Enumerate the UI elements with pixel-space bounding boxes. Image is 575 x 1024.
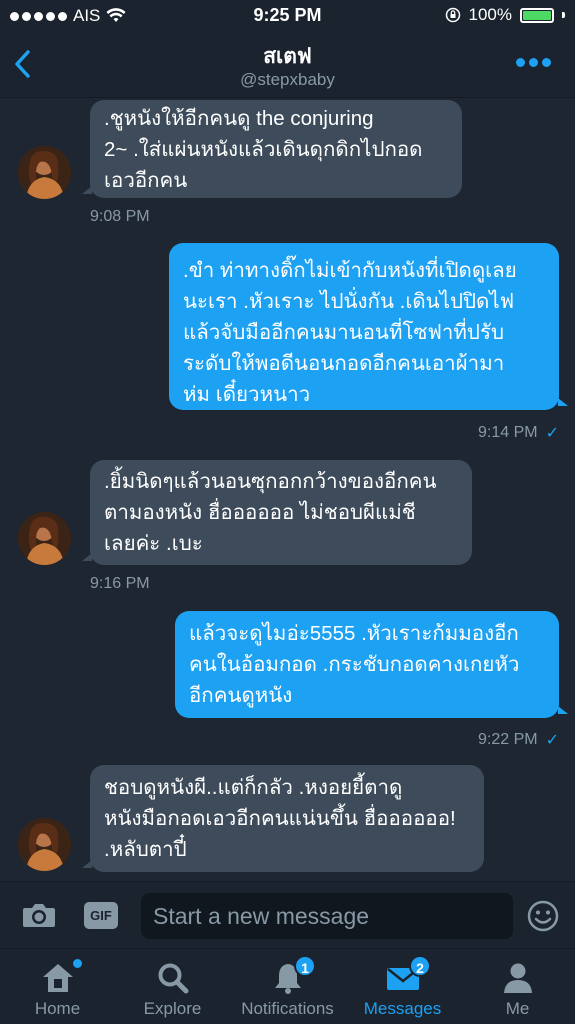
message-text-line: .หลับตาปี๋	[104, 838, 187, 861]
tab-label: Explore	[143, 999, 202, 1018]
tab-bar: Home Explore 1 Notifications 2 Messages …	[0, 948, 575, 1024]
incoming-message-bubble[interactable]: .ยิ้มนิดๆแล้วนอนซุกอกกว้างของอีกคน ตามอง…	[82, 460, 472, 565]
delivered-check-icon: ✓	[545, 732, 559, 749]
status-bar: AIS 9:25 PM 100%	[0, 0, 575, 32]
message-timestamp-row: 9:22 PM ✓	[478, 730, 559, 750]
message-text-line: อีกคนดูหนัง	[189, 684, 293, 707]
contact-avatar[interactable]	[18, 818, 71, 871]
emoji-icon[interactable]	[527, 900, 559, 932]
message-text-line: แล้วจะดูไมอ่ะ5555 .หัวเราะก้มมองอีก	[189, 622, 519, 645]
message-text-line: แล้วจับมืออีกคนมานอนที่โซฟาที่ปรับ	[183, 321, 504, 344]
tab-me[interactable]: Me	[460, 949, 575, 1024]
incoming-message-bubble[interactable]: .ชูหนังให้อีกคนดู the conjuring 2~ .ใส่แ…	[82, 100, 462, 198]
messages-badge: 2	[409, 955, 431, 977]
message-timestamp: 9:22 PM	[478, 731, 538, 748]
message-text-line: คนในอ้อมกอด .กระชับกอดคางเกยหัว	[189, 653, 520, 676]
message-timestamp-row: 9:14 PM ✓	[478, 423, 559, 443]
tab-label: Notifications	[241, 999, 334, 1018]
rotation-lock-icon	[445, 7, 460, 23]
message-text-line: ชอบดูหนังผี..แต่ก็กลัว .หงอยยี้ตาดู	[104, 776, 403, 799]
tab-explore[interactable]: Explore	[115, 949, 230, 1024]
message-text-line: ตามองหนัง ฮื่ออออออ ไม่ชอบผีแม่ชี	[104, 501, 416, 524]
avatar-image	[18, 512, 71, 565]
camera-icon[interactable]	[22, 902, 56, 928]
new-tweets-dot	[73, 959, 82, 968]
contact-name[interactable]: สเตฟ	[0, 40, 575, 73]
contact-avatar[interactable]	[18, 512, 71, 565]
avatar-image	[18, 146, 71, 199]
message-timestamp: 9:14 PM	[478, 424, 538, 441]
message-text-line: ระดับให้พอดีนอนกอดอีกคนเอาผ้ามา	[183, 352, 505, 375]
tab-label: Messages	[363, 999, 442, 1018]
message-thread[interactable]: .ชูหนังให้อีกคนดู the conjuring 2~ .ใส่แ…	[0, 98, 575, 881]
battery-percent: 100%	[468, 5, 512, 24]
tab-label: Home	[34, 999, 81, 1018]
message-text-line: .ยิ้มนิดๆแล้วนอนซุกอกกว้างของอีกคน	[104, 470, 437, 493]
avatar-image	[18, 818, 71, 871]
message-text-line: 2~ .ใส่แผ่นหนังแล้วเดินดุกดิกไปกอด	[104, 138, 423, 161]
compose-bar: GIF	[0, 881, 575, 948]
home-icon	[42, 964, 73, 992]
tab-home[interactable]: Home	[0, 949, 115, 1024]
gif-icon[interactable]: GIF	[84, 902, 118, 929]
tab-label: Me	[505, 999, 530, 1018]
message-timestamp: 9:08 PM	[90, 208, 150, 225]
delivered-check-icon: ✓	[545, 425, 559, 442]
notifications-badge: 1	[294, 955, 316, 977]
message-text-line: เอวอีกคน	[104, 169, 188, 192]
battery-group: 100%	[445, 5, 565, 25]
battery-tip	[562, 12, 565, 18]
contact-handle[interactable]: @stepxbaby	[0, 70, 575, 90]
person-icon	[503, 963, 532, 993]
tab-messages[interactable]: 2 Messages	[345, 949, 460, 1024]
outgoing-message-bubble[interactable]: แล้วจะดูไมอ่ะ5555 .หัวเราะก้มมองอีก คนใน…	[175, 611, 568, 718]
message-text-line: นะเรา .หัวเราะ ไปนั่งกัน .เดินไปปิดไฟ	[183, 290, 515, 313]
battery-icon	[520, 7, 554, 23]
outgoing-message-bubble[interactable]: .ขำ ท่าทางดิ๊กไม่เข้ากับหนังที่เปิดดูเลย…	[169, 243, 568, 410]
message-input[interactable]	[141, 893, 513, 939]
message-text-line: หนังมือกอดเอวอีกคนแน่นขึ้น ฮื่ออออออ!	[104, 807, 456, 830]
search-icon	[158, 963, 188, 994]
conversation-header: สเตฟ @stepxbaby	[0, 32, 575, 98]
message-text-line: .ขำ ท่าทางดิ๊กไม่เข้ากับหนังที่เปิดดูเลย	[183, 259, 517, 282]
more-options-icon[interactable]	[516, 58, 551, 67]
message-text-line: เลยค่ะ .เบะ	[104, 532, 203, 555]
tab-notifications[interactable]: 1 Notifications	[230, 949, 345, 1024]
message-timestamp: 9:16 PM	[90, 575, 150, 592]
message-text-line: ห่ม เดี๋ยวหนาว	[183, 383, 311, 406]
incoming-message-bubble[interactable]: ชอบดูหนังผี..แต่ก็กลัว .หงอยยี้ตาดู หนัง…	[82, 765, 484, 872]
contact-avatar[interactable]	[18, 146, 71, 199]
message-text-line: .ชูหนังให้อีกคนดู the conjuring	[104, 107, 374, 130]
